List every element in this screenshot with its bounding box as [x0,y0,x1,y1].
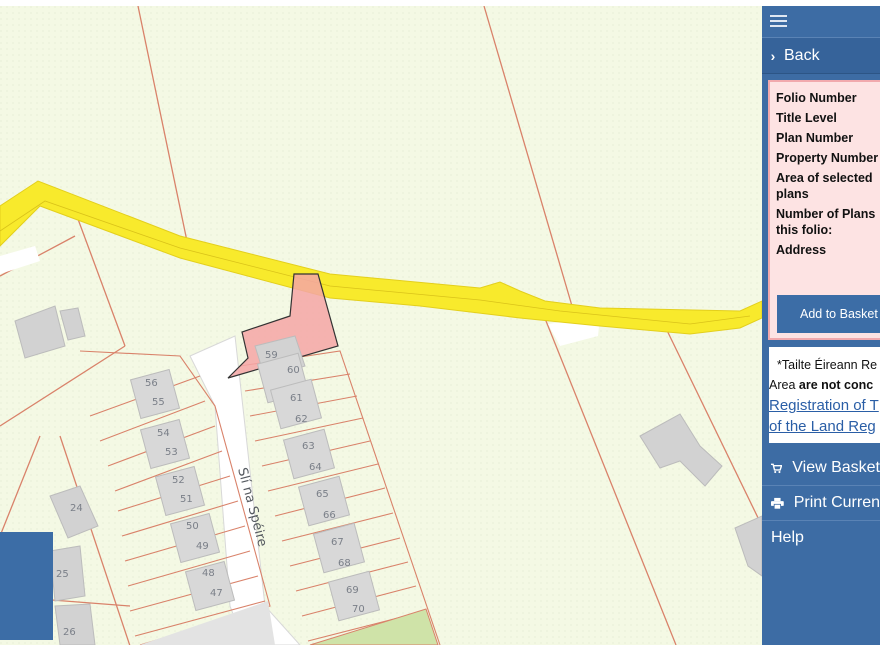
plot-number: 49 [196,541,209,552]
map-view[interactable]: 56 55 54 53 52 51 50 49 48 47 59 60 61 6… [0,6,762,645]
plot-number: 63 [302,441,315,452]
address-label: Address [776,243,827,257]
sidebar: › Back Folio Number Title Level Plan Num… [762,6,880,645]
plot-number: 66 [323,510,336,521]
area-label: Area of selected plans [776,171,873,201]
plot-number: 61 [290,393,303,404]
property-number-label: Property Number [776,151,879,165]
plot-number: 51 [180,494,193,505]
plot-number: 62 [295,414,308,425]
plan-number-label: Plan Number [776,131,854,145]
plot-number: 56 [145,378,158,389]
print-label: Print Curren [793,494,880,511]
notice-bold: are not conc [798,378,874,392]
plot-number: 50 [186,521,199,532]
plot-number: 69 [346,585,359,596]
plot-number: 68 [338,558,351,569]
view-basket-label: View Basket [792,459,880,476]
print-menu-item[interactable]: Print Curren [762,486,880,521]
plot-number: 26 [63,627,76,638]
plot-number: 55 [152,397,165,408]
notice-line: *Tailte Éireann Re [777,358,878,372]
help-menu-item[interactable]: Help [762,521,880,555]
menu-bar [762,6,880,37]
help-label: Help [771,529,804,546]
notice-prefix: Area [769,378,799,392]
plot-number: 60 [287,365,300,376]
chevron-right-icon: › [770,47,776,64]
plot-number: 67 [331,537,344,548]
plot-number: 48 [202,568,215,579]
back-label: Back [784,46,820,64]
plot-number: 53 [165,447,178,458]
map-side-panel[interactable] [0,532,53,640]
view-basket-menu-item[interactable]: View Basket [762,451,880,486]
add-to-basket-button[interactable]: Add to Basket [777,295,880,333]
land-registry-link[interactable]: of the Land Reg [769,416,880,437]
plot-number: 59 [265,350,278,361]
plot-number: 47 [210,588,223,599]
plot-number: 25 [56,569,69,580]
registration-notice: *Tailte Éireann Re Area are not conc Reg… [769,347,880,443]
registration-link[interactable]: Registration of T [769,395,880,416]
plot-number: 70 [352,604,365,615]
plot-number: 54 [157,428,170,439]
plot-number: 52 [172,475,185,486]
cart-icon [771,463,783,473]
printer-icon [771,497,784,509]
plot-number: 24 [70,503,83,514]
plot-number: 64 [309,462,322,473]
back-button[interactable]: › Back [762,37,880,74]
folio-number-label: Folio Number [776,91,857,105]
map-canvas[interactable]: 56 55 54 53 52 51 50 49 48 47 59 60 61 6… [0,6,762,645]
menu-icon[interactable] [770,12,787,30]
title-level-label: Title Level [776,111,837,125]
plot-number: 65 [316,489,329,500]
number-of-plans-label: Number of Plans this folio: [776,207,876,237]
notice-line: Area are not conc [769,375,880,395]
